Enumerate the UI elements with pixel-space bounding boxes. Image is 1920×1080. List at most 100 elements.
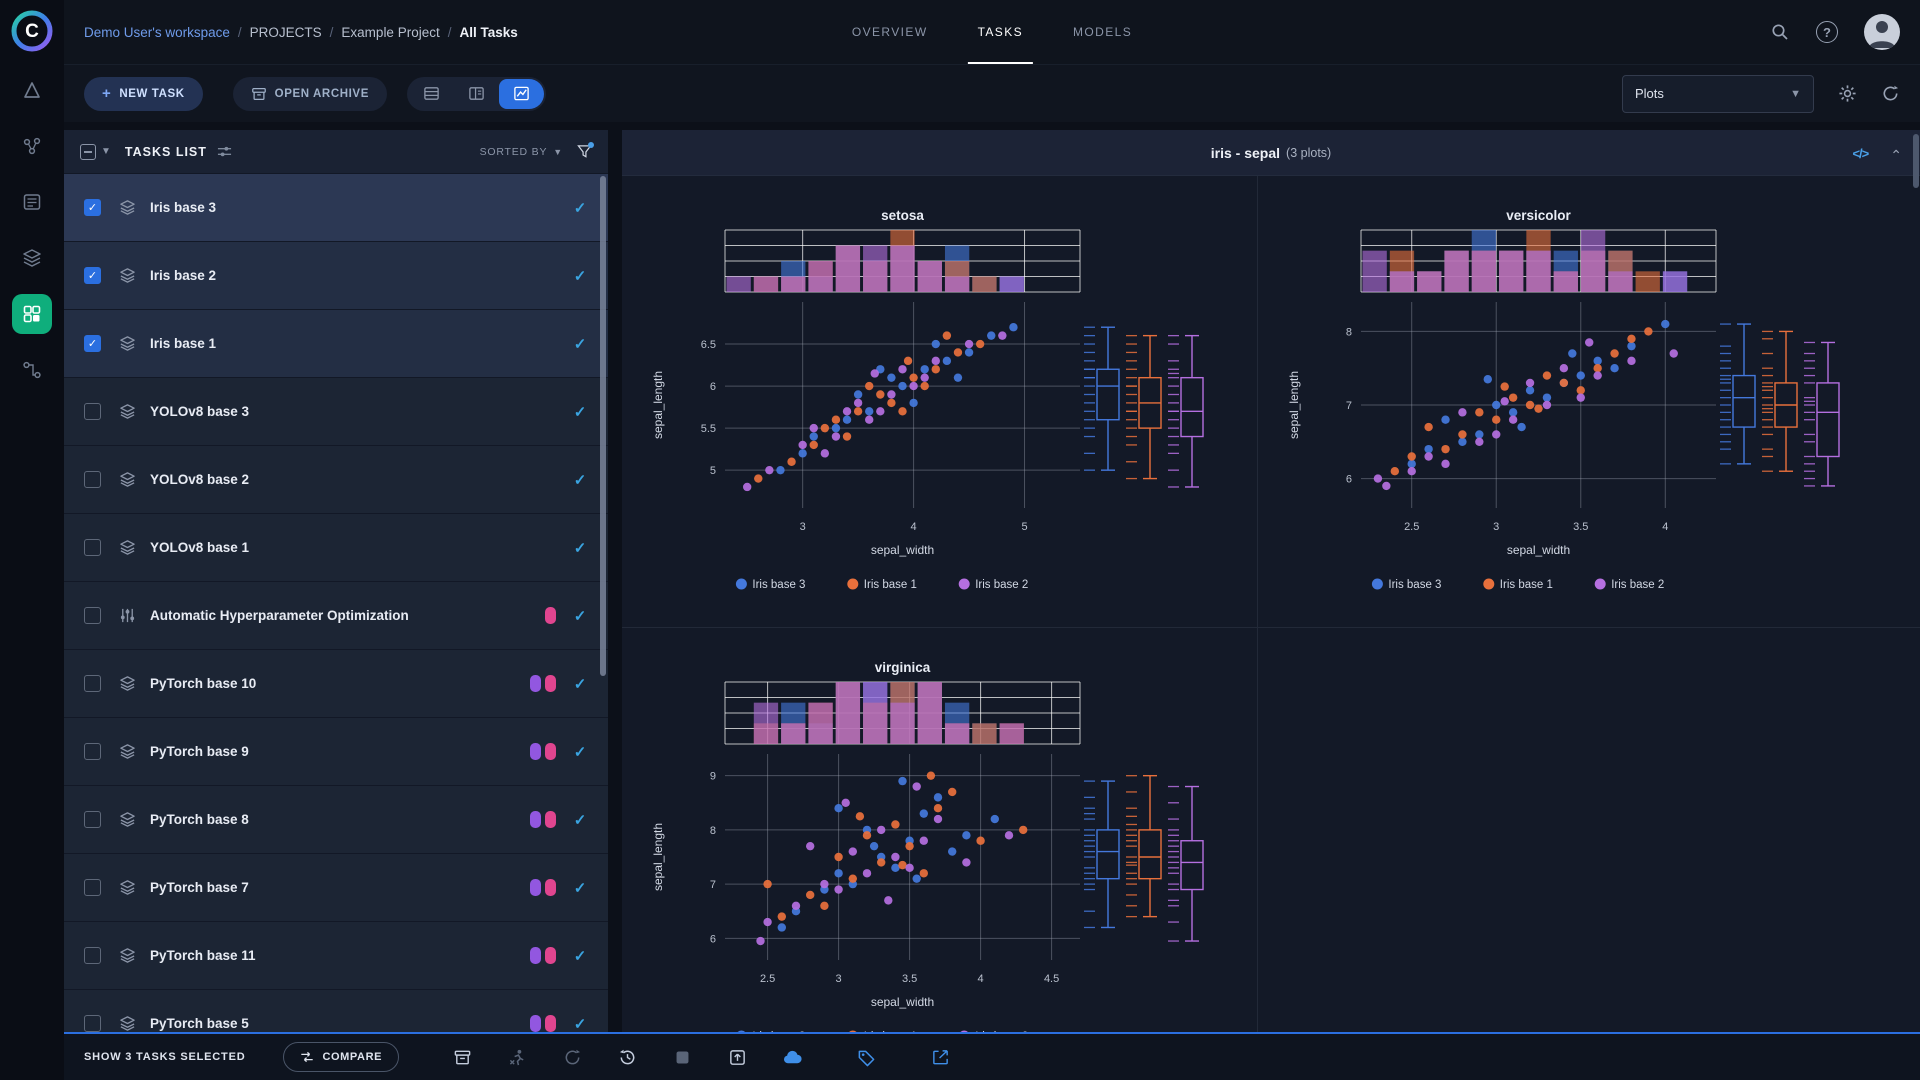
tab-tasks[interactable]: TASKS — [960, 0, 1041, 64]
legend-item[interactable]: Iris base 2 — [1595, 579, 1665, 592]
select-all-checkbox[interactable] — [80, 144, 96, 160]
nav-projects-icon[interactable] — [12, 126, 52, 166]
retry-icon[interactable] — [561, 1046, 583, 1068]
svg-text:3: 3 — [1493, 521, 1499, 533]
svg-text:7: 7 — [710, 879, 716, 891]
task-checkbox[interactable] — [84, 1015, 101, 1032]
task-list-item[interactable]: YOLOv8 base 2 ✓ — [64, 446, 608, 514]
sorted-by-dropdown[interactable]: SORTED BY ▼ — [480, 146, 563, 158]
task-list-item[interactable]: PyTorch base 11 ✓ — [64, 922, 608, 990]
charts-view-icon[interactable] — [499, 79, 544, 109]
selected-count-label[interactable]: SHOW 3 TASKS SELECTED — [84, 1051, 245, 1063]
tasks-list-scrollbar[interactable] — [600, 176, 606, 676]
plot-cell-virginica[interactable]: 67892.533.544.5virginicasepal_widthsepal… — [622, 628, 1258, 1032]
nav-datasets-icon[interactable] — [12, 238, 52, 278]
breadcrumb-item[interactable]: PROJECTS — [250, 25, 322, 40]
task-name[interactable]: Iris base 2 — [150, 268, 216, 283]
new-task-button[interactable]: + NEW TASK — [84, 77, 203, 111]
filter-funnel-icon[interactable] — [577, 144, 592, 159]
breadcrumb-item[interactable]: All Tasks — [459, 25, 517, 40]
metric-type-dropdown[interactable]: Plots ▼ — [1622, 75, 1814, 113]
task-checkbox[interactable]: ✓ — [84, 335, 101, 352]
legend-item[interactable]: Iris base 3 — [1372, 579, 1442, 592]
task-list-item[interactable]: ✓ Iris base 3 ✓ — [64, 174, 608, 242]
nav-reports-icon[interactable] — [12, 182, 52, 222]
task-checkbox[interactable]: ✓ — [84, 199, 101, 216]
clearml-logo[interactable]: C — [9, 8, 55, 54]
task-name[interactable]: PyTorch base 11 — [150, 948, 256, 963]
nav-pipelines-icon[interactable] — [12, 350, 52, 390]
auto-refresh-icon[interactable] — [1881, 84, 1900, 103]
task-list-item[interactable]: PyTorch base 7 ✓ — [64, 854, 608, 922]
task-list-item[interactable]: YOLOv8 base 1 ✓ — [64, 514, 608, 582]
task-checkbox[interactable] — [84, 607, 101, 624]
task-name[interactable]: PyTorch base 7 — [150, 880, 249, 895]
breadcrumb-item[interactable]: Demo User's workspace — [84, 25, 230, 40]
legend-item[interactable]: Iris base 1 — [847, 579, 917, 592]
task-name[interactable]: Iris base 3 — [150, 200, 216, 215]
task-type-icon — [119, 743, 136, 760]
task-tags — [530, 675, 556, 692]
nav-dashboard-icon[interactable] — [12, 70, 52, 110]
subplot-title: versicolor — [1506, 208, 1571, 223]
task-checkbox[interactable] — [84, 403, 101, 420]
breadcrumb-item[interactable]: Example Project — [341, 25, 439, 40]
task-list-item[interactable]: PyTorch base 10 ✓ — [64, 650, 608, 718]
tags-icon[interactable] — [855, 1046, 877, 1068]
embed-code-icon[interactable]: </> — [1852, 146, 1868, 161]
compare-button[interactable]: COMPARE — [283, 1042, 399, 1072]
task-checkbox[interactable] — [84, 879, 101, 896]
task-list-item[interactable]: YOLOv8 base 3 ✓ — [64, 378, 608, 446]
move-to-icon[interactable] — [929, 1046, 951, 1068]
help-icon[interactable]: ? — [1816, 21, 1838, 43]
task-name[interactable]: YOLOv8 base 1 — [150, 540, 249, 555]
task-checkbox[interactable] — [84, 947, 101, 964]
plot-cell-versicolor[interactable]: 6782.533.54versicolorsepal_widthsepal_le… — [1258, 176, 1920, 628]
task-name[interactable]: Automatic Hyperparameter Optimization — [150, 608, 409, 623]
task-list-item[interactable]: Automatic Hyperparameter Optimization ✓ — [64, 582, 608, 650]
task-checkbox[interactable] — [84, 539, 101, 556]
split-view-icon[interactable] — [454, 79, 499, 109]
task-name[interactable]: PyTorch base 10 — [150, 676, 256, 691]
selection-menu-caret-icon[interactable]: ▼ — [101, 146, 111, 157]
customize-columns-icon[interactable] — [217, 144, 232, 159]
search-icon[interactable] — [1770, 22, 1790, 42]
task-name[interactable]: YOLOv8 base 2 — [150, 472, 249, 487]
stop-icon[interactable] — [671, 1046, 693, 1068]
collapse-chevron-up-icon[interactable]: ⌃ — [1890, 147, 1902, 164]
task-checkbox[interactable] — [84, 811, 101, 828]
subplot-versicolor: 6782.533.54versicolorsepal_widthsepal_le… — [1266, 202, 1886, 602]
task-name[interactable]: Iris base 1 — [150, 336, 216, 351]
cloud-sync-icon[interactable] — [781, 1046, 803, 1068]
task-name[interactable]: PyTorch base 5 — [150, 1016, 249, 1031]
tab-models[interactable]: MODELS — [1055, 0, 1150, 64]
reset-icon[interactable] — [616, 1046, 638, 1068]
task-checkbox[interactable] — [84, 675, 101, 692]
task-checkbox[interactable] — [84, 471, 101, 488]
plots-scrollbar[interactable] — [1913, 134, 1919, 188]
task-checkbox[interactable] — [84, 743, 101, 760]
plot-cell-setosa[interactable]: 55.566.5345setosasepal_widthsepal_length… — [622, 176, 1258, 628]
archive-icon[interactable] — [451, 1046, 473, 1068]
task-list-item[interactable]: ✓ Iris base 2 ✓ — [64, 242, 608, 310]
task-list-item[interactable]: PyTorch base 5 ✓ — [64, 990, 608, 1032]
task-name[interactable]: PyTorch base 8 — [150, 812, 249, 827]
legend-item[interactable]: Iris base 3 — [736, 579, 806, 592]
settings-gear-icon[interactable] — [1838, 84, 1857, 103]
abort-icon[interactable] — [506, 1046, 528, 1068]
task-list-item[interactable]: ✓ Iris base 1 ✓ — [64, 310, 608, 378]
task-name[interactable]: YOLOv8 base 3 — [150, 404, 249, 419]
legend-item[interactable]: Iris base 1 — [1483, 579, 1553, 592]
task-list-item[interactable]: PyTorch base 8 ✓ — [64, 786, 608, 854]
task-checkbox[interactable]: ✓ — [84, 267, 101, 284]
tab-overview[interactable]: OVERVIEW — [834, 0, 946, 64]
task-name[interactable]: PyTorch base 9 — [150, 744, 249, 759]
table-view-icon[interactable] — [409, 79, 454, 109]
plots-count: (3 plots) — [1286, 146, 1331, 160]
publish-icon[interactable] — [726, 1046, 748, 1068]
task-list-item[interactable]: PyTorch base 9 ✓ — [64, 718, 608, 786]
user-avatar[interactable] — [1864, 14, 1900, 50]
open-archive-button[interactable]: OPEN ARCHIVE — [233, 77, 387, 111]
legend-item[interactable]: Iris base 2 — [959, 579, 1029, 592]
nav-applications-icon[interactable] — [12, 294, 52, 334]
